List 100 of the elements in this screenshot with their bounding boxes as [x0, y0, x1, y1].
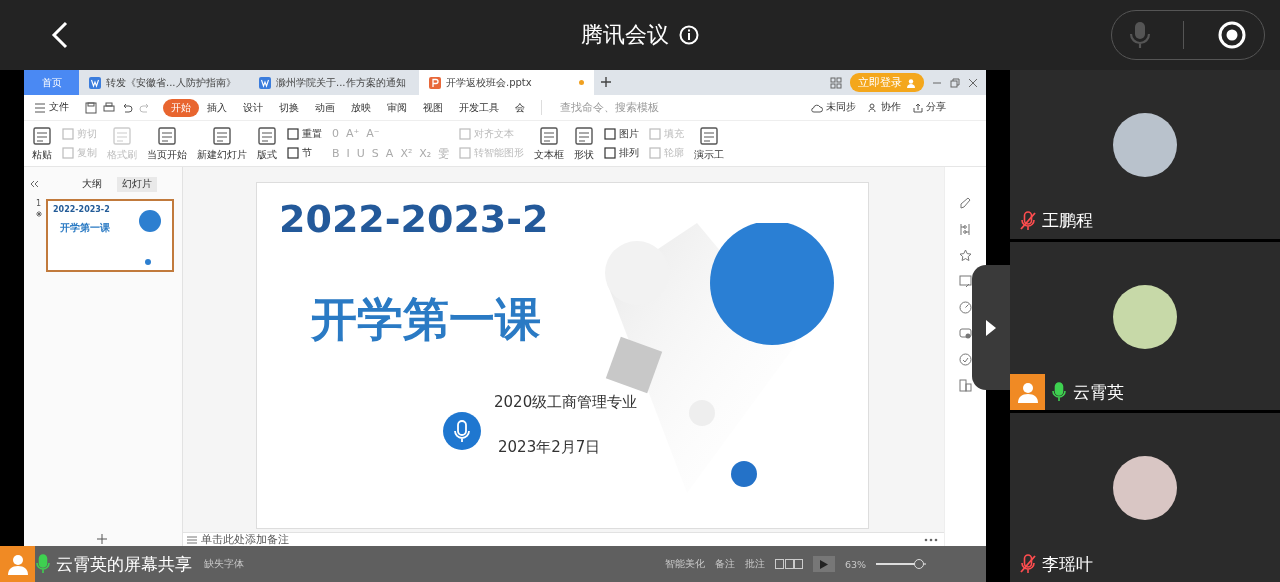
panel-tab[interactable]: 大纲: [77, 176, 107, 192]
share-button[interactable]: 分享: [913, 101, 946, 114]
notes-button[interactable]: 备注: [714, 557, 735, 571]
ribbon-tab[interactable]: 放映: [343, 98, 379, 117]
participant-name: 云霄英: [1073, 380, 1124, 404]
ribbon-button[interactable]: 粘贴: [32, 125, 52, 162]
ribbon-button[interactable]: 新建幻灯片: [197, 125, 247, 162]
notes-icon: [187, 535, 197, 544]
participant-name: 王鹏程: [1042, 209, 1093, 233]
presentation-icon: [429, 76, 441, 89]
document-icon: [259, 76, 271, 89]
screen-share-label: 云霄英的屏幕共享: [56, 552, 192, 576]
add-icon[interactable]: [97, 534, 107, 544]
ribbon-button[interactable]: 节: [287, 146, 322, 160]
beautify-button[interactable]: 智能美化: [664, 557, 705, 571]
restore-icon[interactable]: [950, 77, 960, 88]
sidebar-tool-icon[interactable]: [959, 379, 972, 392]
grid-icon[interactable]: [830, 76, 842, 89]
more-icon[interactable]: [924, 538, 938, 542]
square-icon: [62, 147, 74, 159]
save-icon[interactable]: [85, 101, 97, 114]
window-title: 腾讯会议: [581, 21, 669, 49]
play-button[interactable]: [812, 556, 835, 572]
ribbon-tab[interactable]: 插入: [199, 98, 235, 117]
document-icon: [574, 125, 595, 146]
person-icon: [906, 77, 916, 88]
sidebar-tool-icon[interactable]: [959, 197, 972, 210]
slide-date: 2023年2月7日: [498, 438, 601, 457]
document-icon: [699, 125, 720, 146]
missing-fonts-button[interactable]: 缺失字体: [204, 557, 244, 571]
panel-tab[interactable]: 幻灯片: [117, 176, 157, 192]
ribbon-tab[interactable]: 动画: [307, 98, 343, 117]
file-menu[interactable]: 文件: [34, 101, 69, 114]
microphone-icon: [442, 411, 482, 451]
muted-microphone-icon: [1020, 554, 1036, 574]
document-icon: [257, 125, 277, 146]
ribbon-button[interactable]: 版式: [257, 125, 277, 162]
ribbon-tab[interactable]: 审阅: [379, 98, 415, 117]
ribbon-tab[interactable]: 开发工具: [451, 98, 507, 117]
microphone-icon: [35, 554, 51, 574]
ribbon-button[interactable]: 排列: [604, 146, 640, 160]
square-icon: [459, 128, 472, 140]
muted-microphone-icon: [1020, 210, 1036, 231]
ribbon-tab[interactable]: 视图: [415, 98, 451, 117]
browser-tab[interactable]: 转发《安徽省...人防护指南》: [79, 70, 249, 95]
microphone-icon: [1129, 20, 1152, 50]
person-icon: [868, 102, 878, 113]
collaborate-button[interactable]: 协作: [868, 101, 901, 114]
square-icon: [649, 147, 662, 159]
document-icon: [212, 125, 232, 146]
zoom-level: 63%: [844, 558, 866, 570]
sidebar-tool-icon[interactable]: [959, 301, 972, 314]
print-icon[interactable]: [103, 101, 115, 114]
square-icon: [649, 128, 662, 140]
sync-button[interactable]: 未同步: [811, 101, 856, 114]
ribbon-tab[interactable]: 切换: [271, 98, 307, 117]
slide-number: 1: [36, 199, 42, 208]
comments-button[interactable]: 批注: [744, 557, 765, 571]
sidebar-tool-icon[interactable]: [959, 275, 972, 288]
ribbon-button[interactable]: 图片: [604, 127, 640, 141]
search-field[interactable]: 查找命令、搜索模板: [541, 100, 712, 115]
slider-thumb[interactable]: [913, 559, 924, 569]
square-icon: [287, 128, 299, 140]
sidebar-tool-icon[interactable]: [959, 249, 972, 262]
document-icon: [32, 125, 52, 146]
ribbon-button[interactable]: 文本框: [534, 125, 565, 162]
ribbon-button[interactable]: 演示工: [694, 125, 725, 162]
slide-subtitle: 2020级工商管理专业: [494, 393, 638, 412]
slide-heading: 开学第一课: [311, 291, 541, 348]
record-icon: [1216, 20, 1247, 50]
document-icon: [157, 125, 177, 146]
square-icon: [62, 128, 74, 140]
notes-placeholder[interactable]: 单击此处添加备注: [201, 532, 289, 546]
sidebar-tool-icon[interactable]: [959, 353, 972, 366]
cloud-icon: [811, 102, 823, 113]
browser-tab[interactable]: 开学返校班会.pptx: [419, 70, 594, 95]
ribbon-tab[interactable]: 会: [507, 98, 533, 117]
participant-name: 李瑶叶: [1042, 552, 1093, 576]
slide-thumbnail[interactable]: 2022-2023-2 开学第一课: [46, 199, 174, 272]
document-icon: [89, 76, 101, 89]
plus-icon: [600, 76, 612, 88]
ribbon-button[interactable]: 重置: [287, 127, 322, 141]
undo-icon[interactable]: [121, 101, 133, 114]
ribbon-button[interactable]: 形状: [574, 125, 595, 162]
ribbon-button[interactable]: 当页开始: [147, 125, 187, 162]
collapse-icon[interactable]: [30, 180, 39, 188]
view-icon[interactable]: [774, 559, 803, 569]
microphone-icon: [1051, 382, 1067, 403]
close-icon[interactable]: [968, 77, 978, 88]
menu-icon: [34, 102, 46, 113]
document-icon: [112, 125, 132, 146]
ribbon-tab[interactable]: 设计: [235, 98, 271, 117]
info-icon[interactable]: [679, 25, 699, 45]
square-icon: [459, 147, 472, 159]
star-icon: [36, 211, 42, 217]
sidebar-tool-icon[interactable]: [959, 223, 972, 236]
sidebar-tool-icon[interactable]: [959, 327, 972, 340]
square-icon: [604, 147, 617, 159]
browser-tab[interactable]: 滁州学院关于...作方案的通知: [249, 70, 419, 95]
square-icon: [604, 128, 617, 140]
